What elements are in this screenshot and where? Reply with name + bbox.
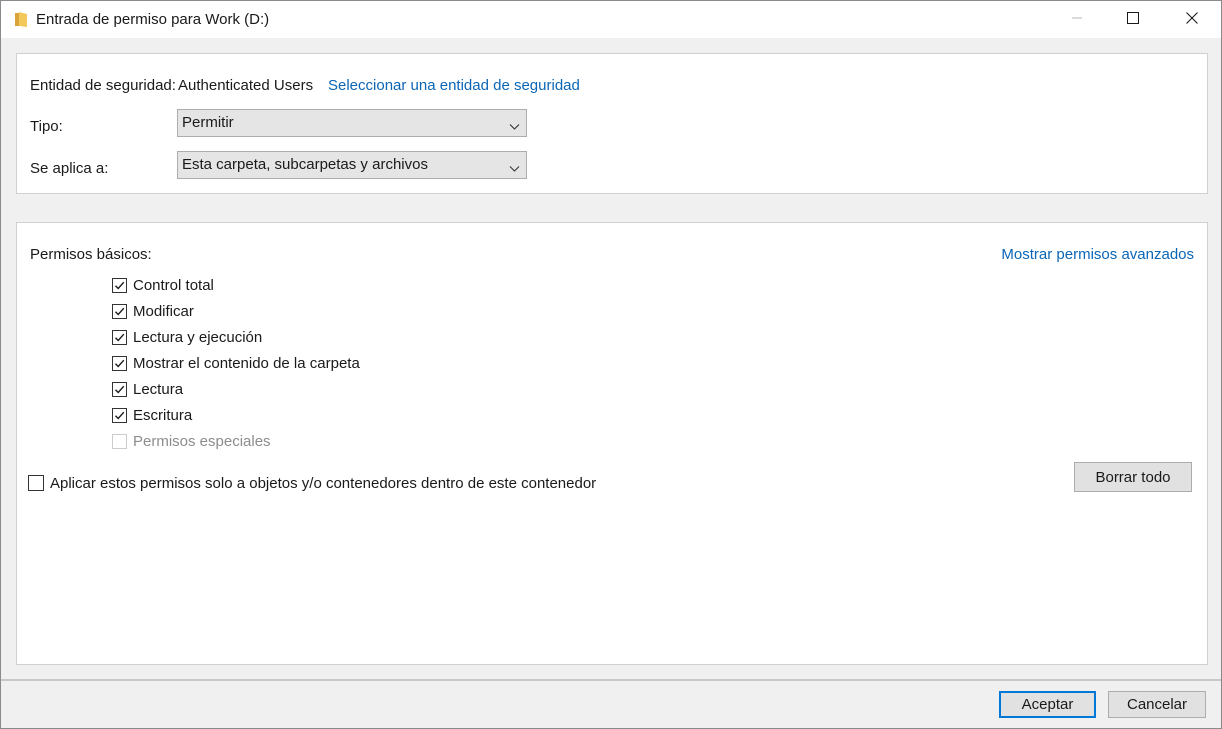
- permission-checkbox-row[interactable]: Control total: [112, 275, 214, 295]
- permission-checkbox-row: Permisos especiales: [112, 431, 271, 451]
- permission-checkbox-row[interactable]: Escritura: [112, 405, 192, 425]
- checkmark-icon: [115, 411, 125, 420]
- type-dropdown[interactable]: Permitir: [177, 109, 527, 137]
- maximize-icon: [1127, 11, 1139, 28]
- apply-only-label: Aplicar estos permisos solo a objetos y/…: [50, 474, 597, 492]
- checkmark-icon: [115, 385, 125, 394]
- permission-checkbox[interactable]: [112, 329, 127, 345]
- permission-checkbox[interactable]: [112, 407, 127, 423]
- chevron-down-icon: [509, 118, 520, 130]
- principal-label: Entidad de seguridad:: [30, 77, 176, 94]
- permission-label: Control total: [133, 276, 214, 294]
- checkmark-icon: [115, 307, 125, 316]
- title-bar[interactable]: Entrada de permiso para Work (D:): [1, 1, 1221, 38]
- permissions-group: Permisos básicos: Mostrar permisos avanz…: [16, 222, 1208, 665]
- type-value: Permitir: [182, 114, 234, 131]
- cancel-button[interactable]: Cancelar: [1108, 691, 1206, 718]
- permission-checkbox[interactable]: [112, 381, 127, 397]
- permission-checkbox-row[interactable]: Lectura: [112, 379, 183, 399]
- permission-checkbox[interactable]: [112, 303, 127, 319]
- minimize-button[interactable]: [1048, 1, 1106, 38]
- checkmark-icon: [115, 359, 125, 368]
- applies-to-label: Se aplica a:: [30, 160, 109, 177]
- permission-label: Modificar: [133, 302, 194, 320]
- chevron-down-icon: [509, 160, 520, 172]
- permission-label: Escritura: [133, 406, 193, 424]
- checkmark-icon: [115, 333, 125, 342]
- applies-to-value: Esta carpeta, subcarpetas y archivos: [182, 156, 428, 173]
- basic-permissions-label: Permisos básicos:: [30, 246, 152, 263]
- permission-checkbox[interactable]: [112, 355, 127, 371]
- window-title: Entrada de permiso para Work (D:): [36, 11, 270, 28]
- permission-checkbox: [112, 433, 127, 449]
- footer-separator: [1, 679, 1221, 681]
- principal-value: Authenticated Users: [178, 77, 314, 94]
- minimize-icon: [1071, 11, 1083, 28]
- applies-to-dropdown[interactable]: Esta carpeta, subcarpetas y archivos: [177, 151, 527, 179]
- permission-checkbox[interactable]: [112, 277, 127, 293]
- show-advanced-permissions-link[interactable]: Mostrar permisos avanzados: [1001, 246, 1194, 263]
- principal-group: Entidad de seguridad: Authenticated User…: [16, 53, 1208, 194]
- permission-label: Lectura y ejecución: [133, 328, 263, 346]
- permission-checkbox-row[interactable]: Modificar: [112, 301, 194, 321]
- permission-checkbox-row[interactable]: Lectura y ejecución: [112, 327, 262, 347]
- folder-icon: [14, 11, 28, 28]
- permission-label: Permisos especiales: [133, 432, 271, 450]
- apply-only-checkbox[interactable]: [28, 475, 44, 491]
- select-principal-link[interactable]: Seleccionar una entidad de seguridad: [328, 77, 580, 94]
- maximize-button[interactable]: [1104, 1, 1162, 38]
- close-icon: [1186, 11, 1198, 28]
- type-label: Tipo:: [30, 118, 63, 135]
- permission-label: Mostrar el contenido de la carpeta: [133, 354, 360, 372]
- ok-button[interactable]: Aceptar: [999, 691, 1096, 718]
- permission-label: Lectura: [133, 380, 184, 398]
- permission-entry-dialog: Entrada de permiso para Work (D:) Entida…: [0, 0, 1222, 729]
- apply-only-checkbox-row[interactable]: Aplicar estos permisos solo a objetos y/…: [28, 473, 596, 493]
- checkmark-icon: [115, 281, 125, 290]
- permission-checkbox-row[interactable]: Mostrar el contenido de la carpeta: [112, 353, 360, 373]
- close-button[interactable]: [1163, 1, 1221, 38]
- clear-all-button[interactable]: Borrar todo: [1074, 462, 1192, 492]
